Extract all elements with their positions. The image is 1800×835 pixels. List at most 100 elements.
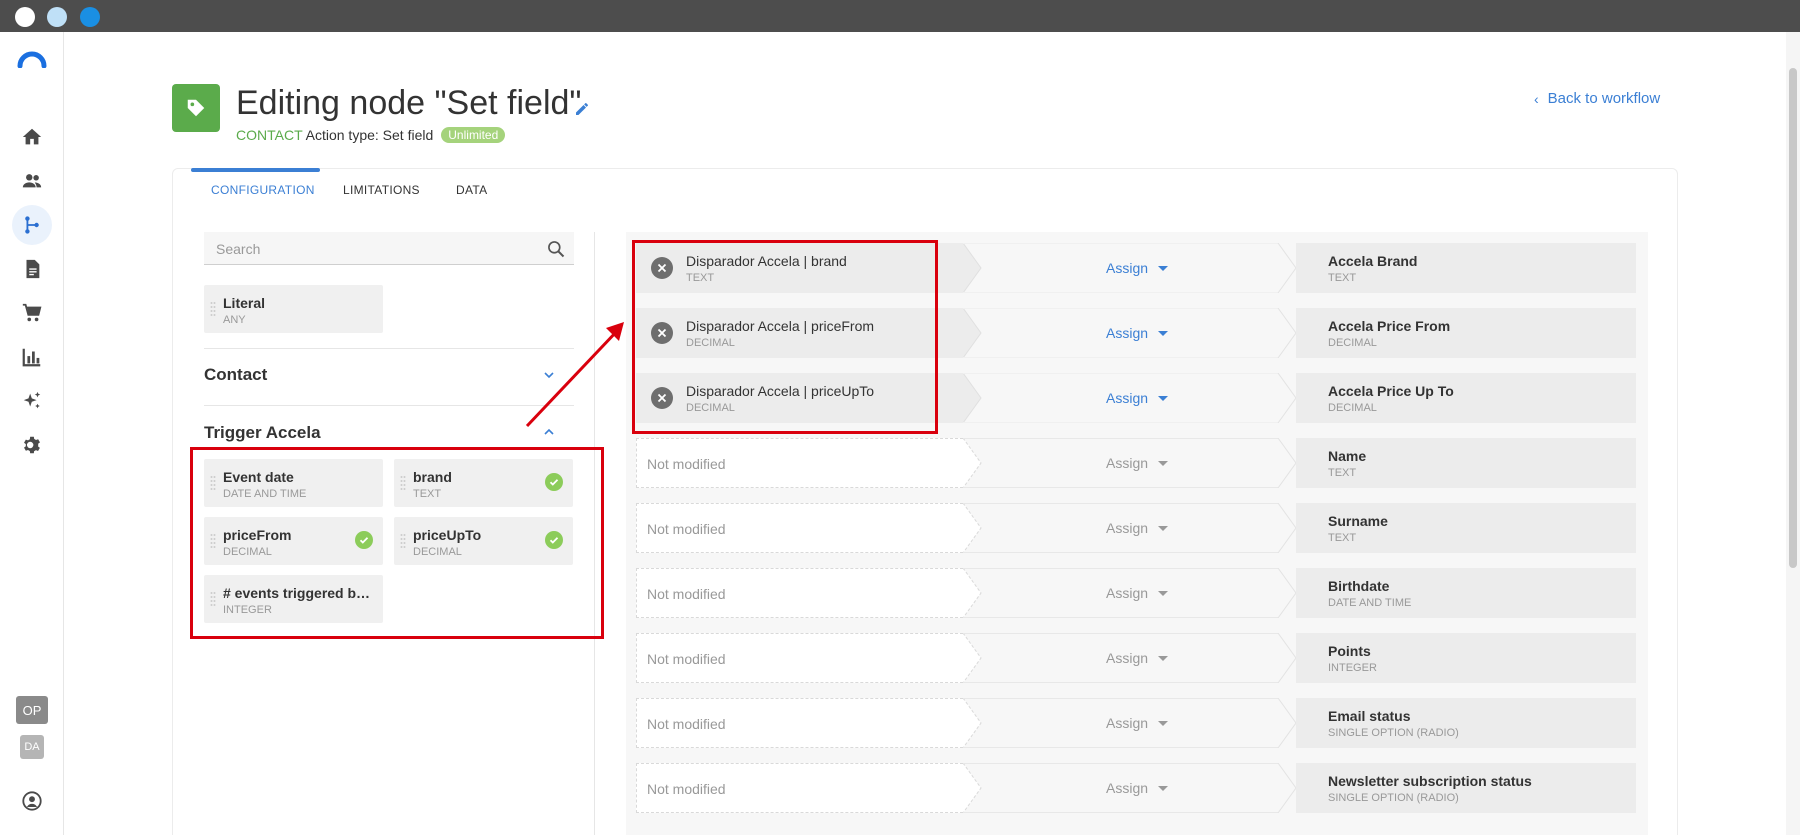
tab-limitations[interactable]: LIMITATIONS	[343, 183, 420, 197]
caret-down-icon	[1158, 330, 1169, 336]
assign-label: Assign	[1106, 780, 1149, 796]
people-icon[interactable]	[12, 161, 52, 201]
gear-icon[interactable]	[12, 425, 52, 465]
assign-label: Assign	[1106, 260, 1149, 276]
mapping-target-field: Newsletter subscription status SINGLE OPT…	[1296, 763, 1636, 813]
sparkle-icon[interactable]	[12, 381, 52, 421]
caret-down-icon	[1158, 525, 1169, 531]
node-subtitle: CONTACT Action type: Set field Unlimited	[236, 127, 506, 143]
search-icon[interactable]	[546, 239, 566, 259]
target-type: TEXT	[1328, 467, 1357, 479]
mapping-source-dropzone[interactable]: Not modified	[636, 698, 963, 748]
scrollbar-thumb[interactable]	[1789, 68, 1797, 568]
chart-icon[interactable]	[12, 337, 52, 377]
active-tab-indicator	[191, 168, 320, 172]
field-type: ANY	[223, 314, 246, 326]
source-placeholder: Not modified	[647, 781, 726, 797]
user-account-icon[interactable]	[12, 781, 52, 821]
workflow-icon[interactable]	[12, 205, 52, 245]
source-placeholder: Not modified	[647, 586, 726, 602]
left-navigation: OP DA	[0, 32, 64, 835]
target-name: Accela Price From	[1328, 318, 1451, 334]
tab-data[interactable]: DATA	[456, 183, 487, 197]
target-name: Email status	[1328, 708, 1411, 724]
assign-dropdown[interactable]: Assign	[1106, 260, 1206, 276]
mapping-source-dropzone[interactable]: Not modified	[636, 568, 963, 618]
assign-dropdown[interactable]: Assign	[1106, 650, 1206, 666]
assign-dropdown[interactable]: Assign	[1106, 520, 1206, 536]
back-link-label: Back to workflow	[1547, 90, 1661, 107]
source-placeholder: Not modified	[647, 651, 726, 667]
home-icon[interactable]	[12, 117, 52, 157]
node-tag-icon	[172, 84, 220, 132]
assign-dropdown[interactable]: Assign	[1106, 585, 1206, 601]
mapping-row: Not modified Assign Points INTEGER	[636, 633, 1636, 683]
tab-configuration[interactable]: CONFIGURATION	[211, 183, 315, 197]
assign-label: Assign	[1106, 520, 1149, 536]
assign-label: Assign	[1106, 715, 1149, 731]
mapping-row: Not modified Assign Birthdate DATE AND TIME	[636, 568, 1636, 618]
target-name: Surname	[1328, 513, 1388, 529]
workspace-badge-op[interactable]: OP	[16, 696, 48, 724]
caret-down-icon	[1158, 395, 1169, 401]
target-name: Accela Price Up To	[1328, 383, 1454, 399]
assign-dropdown[interactable]: Assign	[1106, 390, 1206, 406]
assign-dropdown[interactable]: Assign	[1106, 780, 1206, 796]
assign-dropdown[interactable]: Assign	[1106, 715, 1206, 731]
mapping-row: Not modified Assign Name TEXT	[636, 438, 1636, 488]
assign-dropdown[interactable]: Assign	[1106, 325, 1206, 341]
source-placeholder: Not modified	[647, 716, 726, 732]
window-dot-maximize[interactable]	[80, 7, 100, 27]
assign-dropdown[interactable]: Assign	[1106, 455, 1206, 471]
assign-label: Assign	[1106, 325, 1149, 341]
mapping-row: Not modified Assign Email status SINGLE OPT…	[636, 698, 1636, 748]
caret-down-icon	[1158, 655, 1169, 661]
mapping-row: Not modified Assign Newsletter subscriptio…	[636, 763, 1636, 813]
mapping-target-field: Points INTEGER	[1296, 633, 1636, 683]
target-name: Birthdate	[1328, 578, 1390, 594]
target-type: SINGLE OPTION (RADIO)	[1328, 792, 1459, 804]
assign-label: Assign	[1106, 390, 1149, 406]
target-type: DECIMAL	[1328, 402, 1377, 414]
mapping-source-dropzone[interactable]: Not modified	[636, 763, 963, 813]
target-type: INTEGER	[1328, 662, 1377, 674]
window-dot-close[interactable]	[15, 7, 35, 27]
back-to-workflow-link[interactable]: ‹ Back to workflow	[1534, 90, 1660, 107]
target-name: Newsletter subscription status	[1328, 773, 1532, 789]
caret-down-icon	[1158, 720, 1169, 726]
mapping-source-dropzone[interactable]: Not modified	[636, 503, 963, 553]
assign-label: Assign	[1106, 585, 1149, 601]
target-name: Accela Brand	[1328, 253, 1418, 269]
section-divider	[204, 348, 574, 349]
section-contact-header[interactable]: Contact	[204, 365, 267, 385]
mapping-source-dropzone[interactable]: Not modified	[636, 438, 963, 488]
assign-label: Assign	[1106, 650, 1149, 666]
cart-icon[interactable]	[12, 293, 52, 333]
target-type: TEXT	[1328, 532, 1357, 544]
mapping-target-field: Accela Price From DECIMAL	[1296, 308, 1636, 358]
annotation-box-mapped-fields	[632, 240, 938, 434]
workspace-badge-da[interactable]: DA	[20, 735, 44, 759]
caret-down-icon	[1158, 590, 1169, 596]
chevron-left-icon: ‹	[1534, 90, 1539, 107]
mapping-target-field: Name TEXT	[1296, 438, 1636, 488]
field-chip-literal[interactable]: Literal ANY	[204, 285, 383, 333]
caret-down-icon	[1158, 265, 1169, 271]
annotation-arrow	[525, 322, 624, 428]
search-placeholder: Search	[216, 241, 261, 257]
mapping-target-field: Surname TEXT	[1296, 503, 1636, 553]
page-title: Editing node "Set field"	[236, 84, 582, 122]
section-trigger-header[interactable]: Trigger Accela	[204, 423, 321, 443]
caret-down-icon	[1158, 785, 1169, 791]
drag-handle-icon[interactable]	[210, 301, 216, 317]
mapping-row: Not modified Assign Surname TEXT	[636, 503, 1636, 553]
source-placeholder: Not modified	[647, 456, 726, 472]
action-type-label: Action type: Set field	[305, 127, 434, 143]
search-input[interactable]: Search	[204, 232, 574, 265]
document-icon[interactable]	[12, 249, 52, 289]
window-dot-minimize[interactable]	[47, 7, 67, 27]
window-titlebar	[0, 0, 1800, 32]
edit-pencil-icon[interactable]	[574, 101, 590, 117]
page-scrollbar[interactable]	[1786, 32, 1800, 835]
mapping-source-dropzone[interactable]: Not modified	[636, 633, 963, 683]
